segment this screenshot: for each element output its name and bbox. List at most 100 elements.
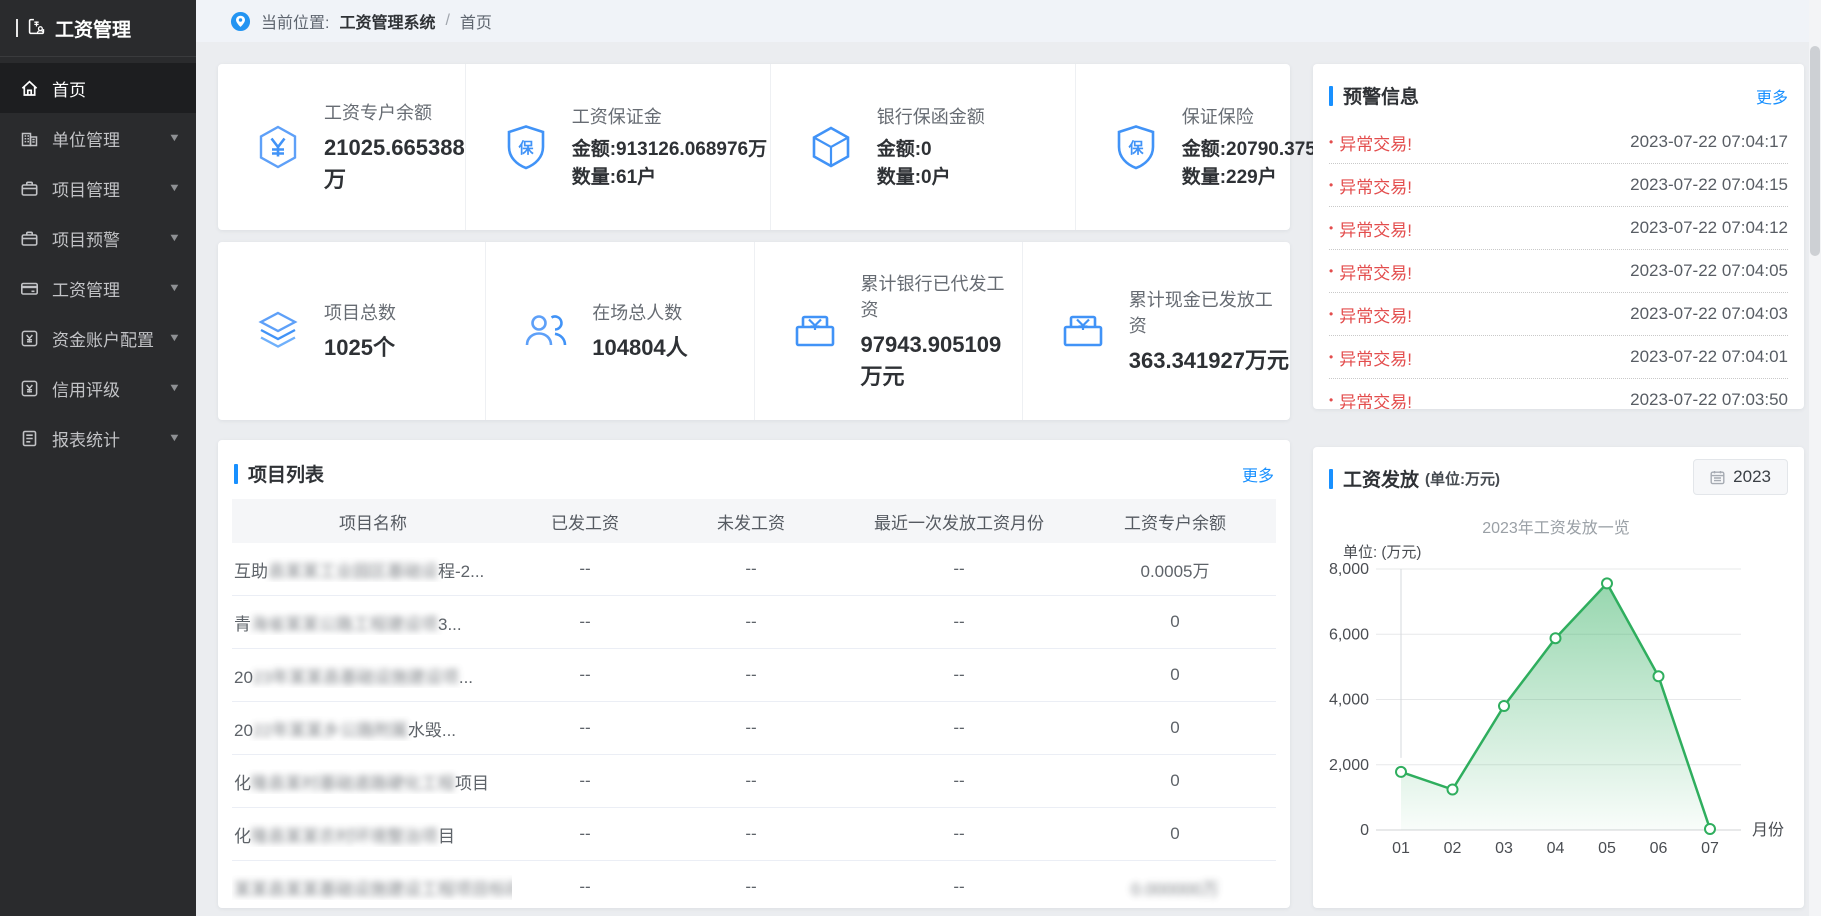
unpaid-salary: -- bbox=[658, 559, 844, 579]
yuan-square-icon bbox=[20, 329, 39, 348]
page-scrollbar-thumb[interactable] bbox=[1810, 46, 1820, 256]
sidebar-item-label: 工资管理 bbox=[52, 276, 120, 301]
sidebar-item-salary-management[interactable]: 工资管理▼ bbox=[0, 263, 196, 313]
table-row[interactable]: 互助县某某工业园区基础设程-2...------0.0005万 bbox=[232, 543, 1276, 596]
sidebar-item-label: 报表统计 bbox=[52, 426, 120, 451]
alert-message: •异常交易! bbox=[1329, 216, 1412, 241]
chevron-down-icon: ▼ bbox=[168, 132, 181, 144]
project-name: 某某县某某基础设施建设工程项目标段 bbox=[232, 875, 512, 900]
chevron-down-icon: ▼ bbox=[168, 332, 181, 344]
stat-card: 累计银行已代发工资97943.905109万元 bbox=[755, 242, 1023, 420]
alert-timestamp: 2023-07-22 07:04:15 bbox=[1630, 175, 1788, 195]
account-balance: 0.000000万 bbox=[1074, 875, 1276, 900]
stat-card: 工资专户余额21025.665388万 bbox=[218, 64, 466, 230]
alert-item[interactable]: •异常交易!2023-07-22 07:04:05 bbox=[1329, 250, 1788, 293]
unpaid-salary: -- bbox=[658, 718, 844, 738]
unpaid-salary: -- bbox=[658, 771, 844, 791]
stat-card: 项目总数1025个 bbox=[218, 242, 486, 420]
table-row[interactable]: 化隆县某某农村环境整治项目------0 bbox=[232, 808, 1276, 861]
alert-dot-icon: • bbox=[1329, 394, 1333, 406]
alert-dot-icon: • bbox=[1329, 136, 1333, 148]
project-name: 2023年某某县基础设施建设项... bbox=[232, 663, 512, 688]
page-scrollbar-track[interactable] bbox=[1809, 0, 1821, 916]
paid-salary: -- bbox=[512, 612, 658, 632]
alert-dot-icon: • bbox=[1329, 351, 1333, 363]
stat-card-title: 在场总人数 bbox=[592, 299, 687, 325]
alert-item[interactable]: •异常交易!2023-07-22 07:04:01 bbox=[1329, 336, 1788, 379]
sidebar-item-unit-management[interactable]: 单位管理▼ bbox=[0, 113, 196, 163]
table-row[interactable]: 青海省某某公路工程建设项3...------0 bbox=[232, 596, 1276, 649]
alert-item[interactable]: •异常交易!2023-07-22 07:04:12 bbox=[1329, 207, 1788, 250]
sidebar-item-fund-account-config[interactable]: 资金账户配置▼ bbox=[0, 313, 196, 363]
project-name: 化隆县某村基础道路硬化工程项目 bbox=[232, 769, 512, 794]
chevron-down-icon: ▼ bbox=[168, 232, 181, 244]
sidebar-item-home[interactable]: 首页 bbox=[0, 63, 196, 113]
svg-text:07: 07 bbox=[1701, 840, 1719, 857]
breadcrumb-root[interactable]: 工资管理系统 bbox=[339, 9, 435, 33]
projects-table-body: 互助县某某工业园区基础设程-2...------0.0005万青海省某某公路工程… bbox=[232, 543, 1276, 908]
table-row[interactable]: 2022年某某乡公路附属水毁...------0 bbox=[232, 702, 1276, 755]
stat-card-title: 累计银行已代发工资 bbox=[861, 270, 1022, 322]
sidebar-item-project-management[interactable]: 项目管理 ▼ bbox=[0, 163, 196, 213]
chevron-down-icon: ▼ bbox=[168, 182, 181, 194]
projects-more-link[interactable]: 更多 bbox=[1242, 462, 1274, 486]
column-header: 最近一次发放工资月份 bbox=[844, 509, 1074, 534]
building-icon bbox=[20, 129, 39, 148]
last-pay-month: -- bbox=[844, 665, 1074, 685]
panel-accent-bar bbox=[1329, 86, 1333, 106]
table-row[interactable]: 2023年某某县基础设施建设项...------0 bbox=[232, 649, 1276, 702]
table-row[interactable]: 某某县某某基础设施建设工程项目标段------0.000000万 bbox=[232, 861, 1276, 908]
sidebar-item-label: 信用评级 bbox=[52, 376, 120, 401]
breadcrumb-bar: 当前位置: 工资管理系统 / 首页 bbox=[196, 0, 1809, 42]
people-icon bbox=[522, 307, 570, 355]
alert-dot-icon: • bbox=[1329, 222, 1333, 234]
chart-panel-subtitle: (单位:万元) bbox=[1425, 468, 1500, 489]
stat-card: 在场总人数104804人 bbox=[486, 242, 754, 420]
sidebar-item-label: 项目管理 bbox=[52, 176, 120, 201]
last-pay-month: -- bbox=[844, 824, 1074, 844]
account-balance: 0 bbox=[1074, 718, 1276, 738]
alert-item[interactable]: •异常交易!2023-07-22 07:03:50 bbox=[1329, 379, 1788, 409]
salary-chart-panel: 工资发放 (单位:万元) 2023 02,0004,0006,0008,000 … bbox=[1313, 447, 1804, 908]
sidebar: 工资管理 首页单位管理▼项目管理▼项目预警▼工资管理▼资金账户配置▼信用评级▼报… bbox=[0, 0, 196, 916]
svg-text:06: 06 bbox=[1650, 840, 1668, 857]
location-pin-icon bbox=[230, 11, 251, 32]
cube-icon bbox=[807, 123, 855, 171]
shield-bao-icon: 保 bbox=[502, 123, 550, 171]
alert-item[interactable]: •异常交易!2023-07-22 07:04:03 bbox=[1329, 293, 1788, 336]
last-pay-month: -- bbox=[844, 718, 1074, 738]
table-row[interactable]: 化隆县某村基础道路硬化工程项目------0 bbox=[232, 755, 1276, 808]
svg-text:03: 03 bbox=[1495, 840, 1513, 857]
briefcase-icon bbox=[20, 179, 39, 198]
app-title: 工资管理 bbox=[55, 15, 131, 42]
panel-accent-bar bbox=[1329, 469, 1333, 489]
paid-salary: -- bbox=[512, 824, 658, 844]
sidebar-item-report-statistics[interactable]: 报表统计▼ bbox=[0, 413, 196, 463]
column-header: 项目名称 bbox=[232, 509, 512, 534]
alert-message: •异常交易! bbox=[1329, 302, 1412, 327]
stat-card: 保工资保证金金额:913126.068976万数量:61户 bbox=[466, 64, 771, 230]
alert-timestamp: 2023-07-22 07:04:17 bbox=[1630, 132, 1788, 152]
stat-card-value: 数量:61户 bbox=[572, 164, 770, 192]
stat-card-title: 累计现金已发放工资 bbox=[1129, 286, 1290, 338]
column-header: 工资专户余额 bbox=[1074, 509, 1276, 534]
alerts-more-link[interactable]: 更多 bbox=[1756, 84, 1788, 108]
alert-item[interactable]: •异常交易!2023-07-22 07:04:17 bbox=[1329, 121, 1788, 164]
alert-item[interactable]: •异常交易!2023-07-22 07:04:15 bbox=[1329, 164, 1788, 207]
chevron-down-icon: ▼ bbox=[168, 382, 181, 394]
stat-card-value: 金额:913126.068976万 bbox=[572, 136, 770, 164]
sidebar-item-project-alert[interactable]: 项目预警▼ bbox=[0, 213, 196, 263]
sidebar-item-credit-rating[interactable]: 信用评级 ▼ bbox=[0, 363, 196, 413]
calendar-icon bbox=[1710, 470, 1725, 485]
shield-bao-icon: 保 bbox=[1112, 123, 1160, 171]
alerts-panel-title: 预警信息 bbox=[1343, 82, 1419, 109]
project-name: 2022年某某乡公路附属水毁... bbox=[232, 716, 512, 741]
column-header: 已发工资 bbox=[512, 509, 658, 534]
salary-logo-icon bbox=[27, 17, 46, 39]
stat-card: 银行保函金额金额:0数量:0户 bbox=[771, 64, 1076, 230]
year-picker[interactable]: 2023 bbox=[1693, 459, 1788, 495]
svg-text:05: 05 bbox=[1598, 840, 1616, 857]
projects-panel-title: 项目列表 bbox=[248, 460, 324, 487]
projects-panel: 项目列表 更多 项目名称已发工资未发工资最近一次发放工资月份工资专户余额 互助县… bbox=[218, 440, 1290, 908]
svg-text:单位: (万元): 单位: (万元) bbox=[1343, 544, 1421, 561]
